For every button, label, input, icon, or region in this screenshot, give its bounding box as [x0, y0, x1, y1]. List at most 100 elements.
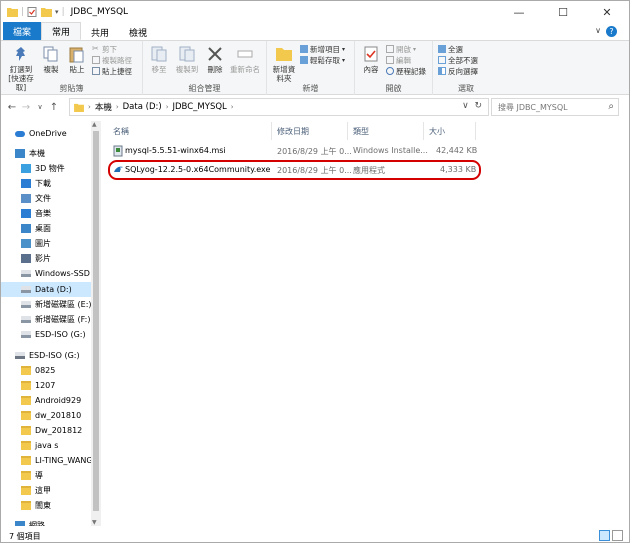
nav-item[interactable]: 本機 [1, 146, 91, 161]
help-icon[interactable]: ? [606, 26, 617, 37]
nav-item[interactable]: ESD-ISO (G:) [1, 348, 91, 363]
nav-item-label: 新增磁碟區 (F:) [35, 315, 91, 324]
scrollbar-thumb[interactable] [93, 131, 99, 511]
paste-shortcut-button[interactable]: 貼上捷徑 [92, 66, 132, 76]
column-divider[interactable] [347, 122, 348, 140]
nav-item[interactable]: 桌面 [1, 221, 91, 236]
nav-item[interactable]: 1207 [1, 378, 91, 393]
nav-item-label: Data (D:) [35, 285, 72, 294]
new-folder-icon [276, 48, 292, 61]
paste-label: 貼上 [69, 65, 85, 74]
minimize-button[interactable]: — [497, 1, 541, 23]
dropdown-arrow-icon: ▾ [413, 45, 417, 53]
scroll-down-icon[interactable]: ▼ [92, 519, 97, 526]
address-bar-row: ← → ∨ ↑ › 本機 › Data (D:) › JDBC_MYSQL › … [1, 96, 629, 118]
dropdown-and-refresh-icon[interactable]: ∨ ↻ [462, 101, 482, 111]
folder-icon [21, 441, 31, 450]
nav-item[interactable]: 這甲 [1, 483, 91, 498]
organize-group: 移至 複製到 刪除 重新命名 組合管理 [143, 41, 267, 95]
nav-scrollbar[interactable]: ▲ ▼ [91, 121, 101, 526]
tab-file[interactable]: 檔案 [3, 22, 42, 40]
properties-check-icon[interactable] [27, 7, 38, 17]
breadcrumb-this-pc[interactable]: 本機 [95, 101, 112, 113]
tab-share[interactable]: 共用 [81, 24, 119, 40]
column-header-type[interactable]: 類型 [353, 124, 369, 138]
large-icons-view-icon[interactable] [612, 530, 623, 541]
nav-item[interactable]: 圖片 [1, 236, 91, 251]
column-header-date[interactable]: 修改日期 [277, 124, 309, 138]
breadcrumb[interactable]: › 本機 › Data (D:) › JDBC_MYSQL › ∨ ↻ [69, 98, 489, 116]
maximize-button[interactable]: ☐ [541, 1, 585, 23]
nav-item[interactable]: 網路 [1, 518, 91, 526]
nav-item[interactable]: 闇東 [1, 498, 91, 513]
new-item-button[interactable]: 新增項目 ▾ [300, 44, 345, 54]
nav-item[interactable]: Windows-SSD ( [1, 266, 91, 281]
cube-icon [21, 164, 31, 173]
nav-item[interactable]: 文件 [1, 191, 91, 206]
nav-item[interactable]: 0825 [1, 363, 91, 378]
close-button[interactable]: ✕ [585, 1, 629, 23]
folder-icon [7, 8, 18, 17]
search-input[interactable]: 搜尋 JDBC_MYSQL ⌕ [491, 98, 619, 116]
nav-item[interactable]: Dw_201812 [1, 423, 91, 438]
tab-view[interactable]: 檢視 [119, 24, 157, 40]
nav-item[interactable]: ESD-ISO (G:) [1, 327, 91, 342]
select-all-button[interactable]: 全選 [438, 44, 478, 54]
copy-path-button[interactable]: 複製路徑 [92, 55, 132, 65]
recent-locations-icon[interactable]: ∨ [33, 103, 47, 111]
nav-item[interactable]: dw_201810 [1, 408, 91, 423]
nav-item[interactable]: OneDrive [1, 126, 91, 141]
nav-item[interactable]: 影片 [1, 251, 91, 266]
breadcrumb-data-d[interactable]: Data (D:) [123, 102, 162, 112]
download-icon [21, 179, 31, 188]
tab-home[interactable]: 常用 [41, 22, 82, 40]
details-view-icon[interactable] [599, 530, 610, 541]
new-folder-icon[interactable] [41, 7, 53, 17]
nav-item[interactable]: 新增磁碟區 (E:) [1, 297, 91, 312]
column-header-size[interactable]: 大小 [429, 124, 445, 138]
edit-button[interactable]: 編輯 [386, 55, 426, 65]
title-bar: | ▾ | JDBC_MYSQL — ☐ ✕ [1, 1, 629, 23]
invert-selection-button[interactable]: 反向選擇 [438, 66, 478, 76]
select-none-button[interactable]: 全部不選 [438, 55, 478, 65]
cut-button[interactable]: ✂ 剪下 [92, 44, 132, 54]
drive-icon [21, 331, 31, 338]
nav-item-label: 3D 物件 [35, 164, 65, 173]
nav-item-label: 導 [35, 471, 43, 480]
ribbon-tabs: 檔案 常用 共用 檢視 ∨ ? [1, 22, 629, 41]
open-button[interactable]: 開啟 ▾ [386, 44, 426, 54]
nav-item-label: OneDrive [29, 129, 67, 138]
nav-item[interactable]: LI-TING_WANG [1, 453, 91, 468]
column-divider[interactable] [423, 122, 424, 140]
nav-item[interactable]: Android929 [1, 393, 91, 408]
up-button[interactable]: ↑ [47, 102, 61, 113]
nav-item[interactable]: 導 [1, 468, 91, 483]
customize-qat-icon[interactable]: ▾ [55, 8, 59, 16]
nav-item[interactable]: java s [1, 438, 91, 453]
file-row[interactable]: mysql-5.5.51-winx64.msi 2016/8/29 上午 0..… [105, 142, 477, 160]
easy-access-button[interactable]: 輕鬆存取 ▾ [300, 55, 345, 65]
video-icon [21, 254, 31, 263]
column-divider[interactable] [475, 122, 476, 140]
status-bar: 7 個項目 [1, 528, 629, 542]
nav-item[interactable]: 新增磁碟區 (F:) [1, 312, 91, 327]
history-button[interactable]: 歷程記錄 [386, 66, 426, 76]
nav-item-label: ESD-ISO (G:) [35, 330, 86, 339]
nav-item-label: 桌面 [35, 224, 51, 233]
item-count: 7 個項目 [9, 531, 41, 541]
edit-label: 編輯 [396, 55, 411, 65]
new-group: 新增資料夾 新增項目 ▾ 輕鬆存取 ▾ 新增 [267, 41, 355, 95]
nav-item[interactable]: 3D 物件 [1, 161, 91, 176]
scroll-up-icon[interactable]: ▲ [92, 121, 97, 128]
nav-item-label: 闇東 [35, 501, 51, 510]
dropdown-arrow-icon: ▾ [342, 56, 346, 64]
forward-button[interactable]: → [19, 102, 33, 113]
ribbon-collapse-icon[interactable]: ∨ [595, 26, 601, 35]
back-button[interactable]: ← [5, 102, 19, 113]
nav-item[interactable]: 下載 [1, 176, 91, 191]
column-header-name[interactable]: 名稱 [113, 124, 129, 138]
nav-item[interactable]: 音樂 [1, 206, 91, 221]
column-divider[interactable] [271, 122, 272, 140]
nav-item[interactable]: Data (D:) [1, 282, 91, 297]
breadcrumb-jdbc-mysql[interactable]: JDBC_MYSQL [173, 102, 227, 112]
